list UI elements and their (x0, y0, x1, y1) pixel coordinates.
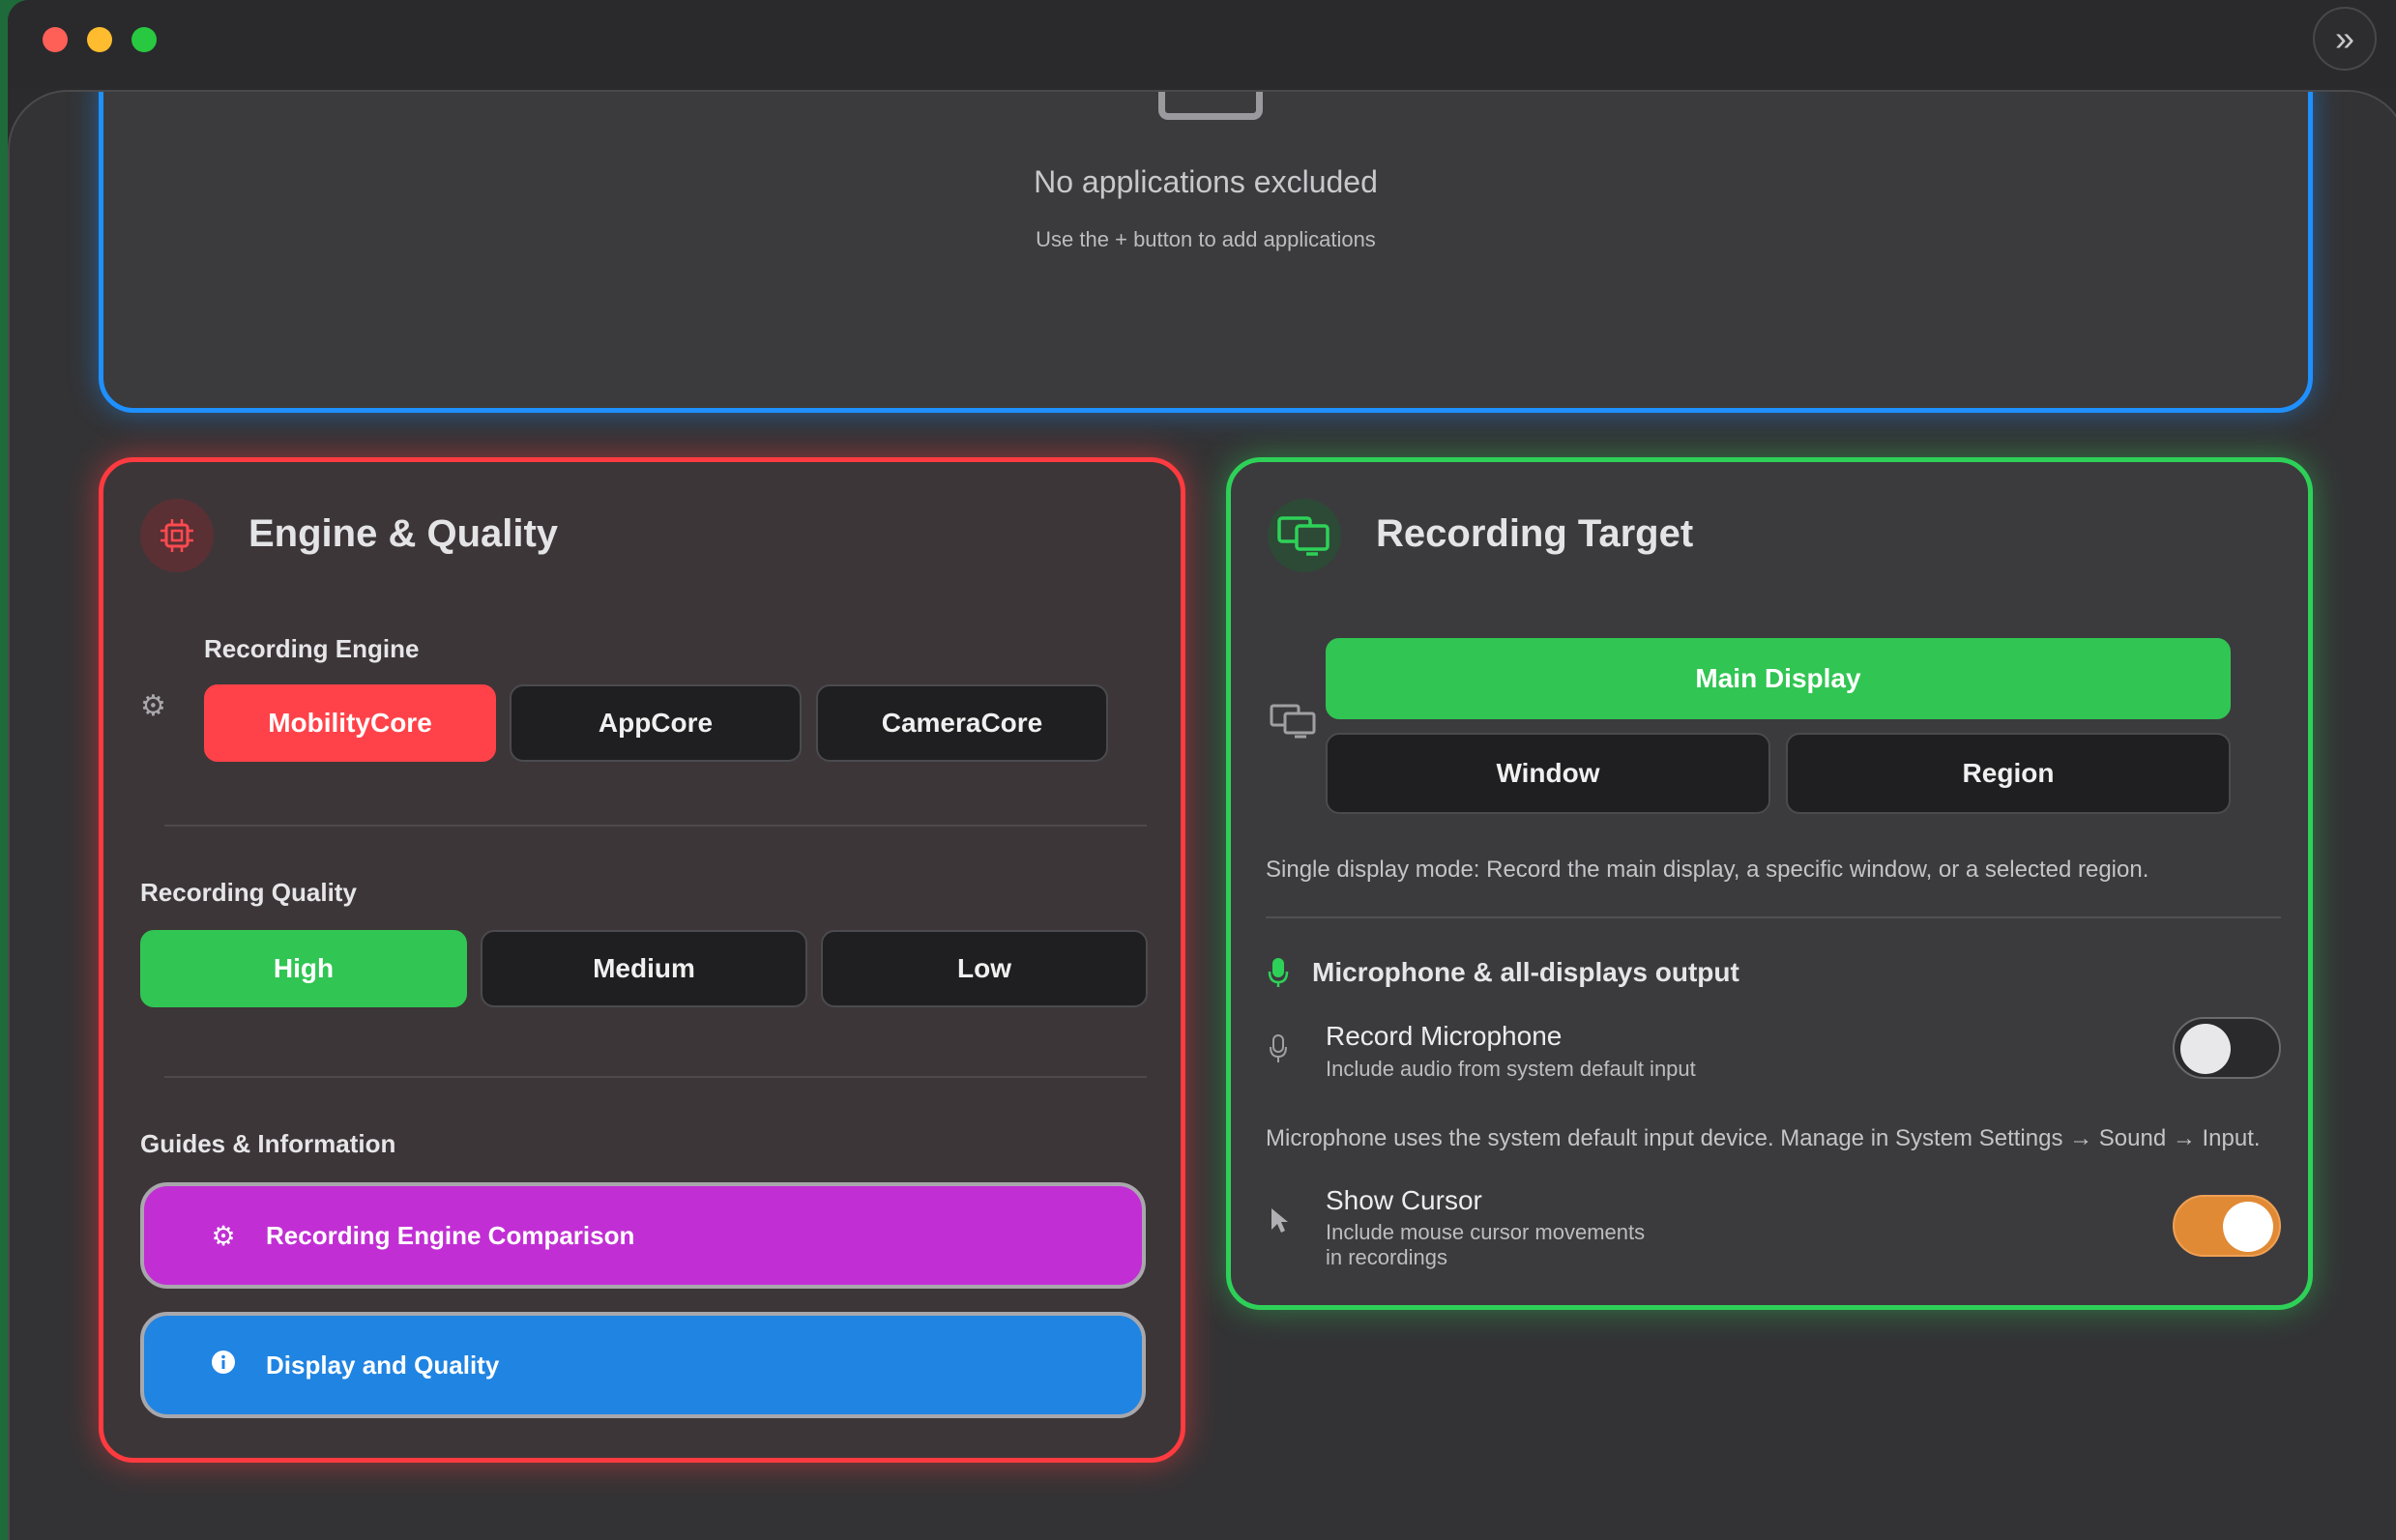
empty-apps-icon (1158, 92, 1263, 120)
empty-state-title: No applications excluded (1034, 164, 1378, 199)
minimize-window-button[interactable] (87, 27, 112, 52)
target-window[interactable]: Window (1326, 733, 1770, 814)
recording-target-title: Recording Target (1376, 512, 1694, 555)
gears-icon: ⚙ (140, 690, 166, 722)
microphone-note: Microphone uses the system default input… (1266, 1125, 2261, 1151)
target-description: Single display mode: Record the main dis… (1266, 857, 2149, 883)
empty-state-subtitle: Use the + button to add applications (1036, 227, 1376, 251)
display-and-quality-button[interactable]: Display and Quality (140, 1312, 1146, 1418)
recording-engine-comparison-button[interactable]: ⚙ Recording Engine Comparison (140, 1182, 1146, 1289)
excluded-apps-card: No applications excluded Use the + butto… (99, 92, 2313, 413)
guide-label: Display and Quality (266, 1350, 500, 1380)
record-microphone-title: Record Microphone (1326, 1021, 1563, 1051)
monitor-icon (1270, 704, 1318, 743)
divider (1266, 916, 2281, 918)
engine-option-cameracore[interactable]: CameraCore (816, 684, 1108, 762)
show-cursor-toggle[interactable] (2173, 1195, 2281, 1257)
chevron-double-right-icon[interactable]: » (2313, 7, 2377, 71)
quality-option-medium[interactable]: Medium (481, 930, 807, 1007)
recording-quality-label: Recording Quality (140, 878, 357, 907)
engine-option-mobilitycore[interactable]: MobilityCore (204, 684, 496, 762)
microphone-icon (1268, 957, 1289, 993)
engine-quality-card: Engine & Quality Recording Engine ⚙ Mobi… (99, 457, 1185, 1463)
record-microphone-toggle[interactable] (2173, 1017, 2281, 1079)
title-bar: » (8, 0, 2396, 87)
target-region[interactable]: Region (1786, 733, 2231, 814)
divider (164, 825, 1147, 827)
engine-option-appcore[interactable]: AppCore (510, 684, 802, 762)
recording-engine-label: Recording Engine (204, 634, 420, 663)
quality-option-high[interactable]: High (140, 930, 467, 1007)
gears-icon: ⚙ (211, 1220, 236, 1251)
quality-option-low[interactable]: Low (821, 930, 1148, 1007)
info-icon (204, 1350, 243, 1381)
guides-label: Guides & Information (140, 1129, 396, 1158)
settings-content: No applications excluded Use the + butto… (8, 90, 2396, 1540)
show-cursor-subtitle-line2: in recordings (1326, 1245, 1447, 1269)
app-window: » No applications excluded Use the + but… (8, 0, 2396, 1540)
divider (164, 1076, 1147, 1078)
close-window-button[interactable] (43, 27, 68, 52)
microphone-outline-icon (1268, 1034, 1289, 1068)
microphone-section-title: Microphone & all-displays output (1312, 957, 1739, 987)
guide-label: Recording Engine Comparison (266, 1220, 635, 1250)
target-main-display[interactable]: Main Display (1326, 638, 2231, 719)
displays-icon (1268, 499, 1341, 572)
record-microphone-subtitle: Include audio from system default input (1326, 1057, 1696, 1081)
cursor-icon (1270, 1206, 1289, 1240)
recording-target-card: Recording Target Main Display Window Reg… (1226, 457, 2313, 1310)
show-cursor-subtitle-line1: Include mouse cursor movements (1326, 1220, 1646, 1244)
maximize-window-button[interactable] (131, 27, 157, 52)
cpu-chip-icon (140, 499, 214, 572)
show-cursor-title: Show Cursor (1326, 1185, 1482, 1215)
engine-quality-title: Engine & Quality (248, 512, 559, 555)
